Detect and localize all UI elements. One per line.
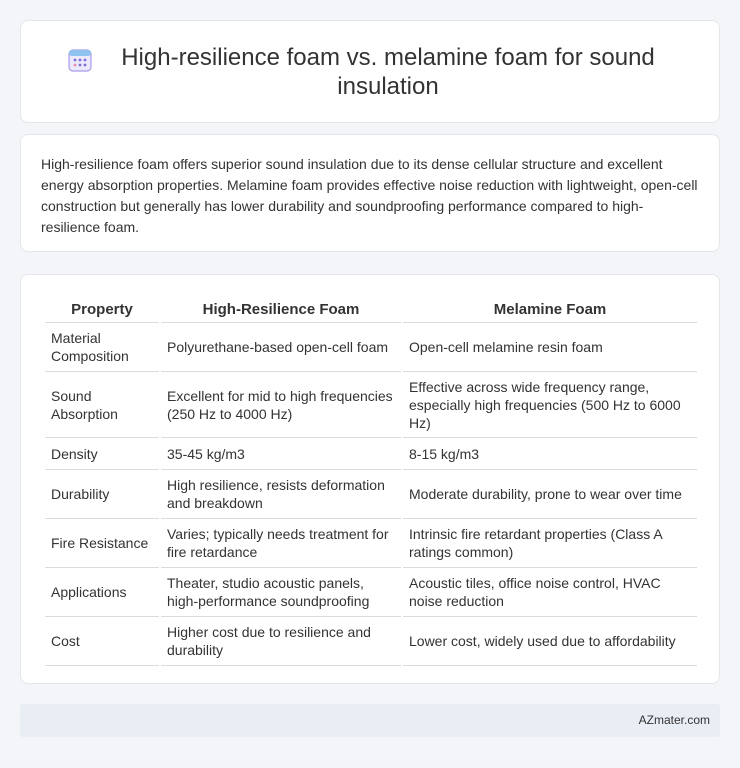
row-melamine-value: Moderate durability, prone to wear over … — [403, 470, 697, 519]
table-header-row: Property High-Resilience Foam Melamine F… — [45, 295, 697, 323]
row-high-resilience-value: High resilience, resists deformation and… — [161, 470, 401, 519]
row-property: Fire Resistance — [45, 519, 159, 568]
row-property: Sound Absorption — [45, 372, 159, 438]
column-header-melamine: Melamine Foam — [403, 295, 697, 323]
row-high-resilience-value: 35-45 kg/m3 — [161, 438, 401, 470]
table-row: Material Composition Polyurethane-based … — [45, 323, 697, 372]
column-header-high-resilience: High-Resilience Foam — [161, 295, 401, 323]
row-melamine-value: Lower cost, widely used due to affordabi… — [403, 617, 697, 666]
row-high-resilience-value: Varies; typically needs treatment for fi… — [161, 519, 401, 568]
row-high-resilience-value: Excellent for mid to high frequencies (2… — [161, 372, 401, 438]
comparison-table: Property High-Resilience Foam Melamine F… — [43, 295, 699, 666]
row-property: Material Composition — [45, 323, 159, 372]
calendar-grid-icon — [68, 48, 92, 72]
row-high-resilience-value: Polyurethane-based open-cell foam — [161, 323, 401, 372]
page-title: High-resilience foam vs. melamine foam f… — [121, 43, 655, 100]
summary-text: High-resilience foam offers superior sou… — [41, 156, 698, 235]
row-high-resilience-value: Theater, studio acoustic panels, high-pe… — [161, 568, 401, 617]
row-property: Cost — [45, 617, 159, 666]
title-row: High-resilience foam vs. melamine foam f… — [60, 43, 680, 101]
summary-card: High-resilience foam offers superior sou… — [20, 134, 720, 252]
row-property: Density — [45, 438, 159, 470]
row-high-resilience-value: Higher cost due to resilience and durabi… — [161, 617, 401, 666]
comparison-table-card: Property High-Resilience Foam Melamine F… — [20, 274, 720, 684]
title-card: High-resilience foam vs. melamine foam f… — [20, 20, 720, 123]
table-row: Cost Higher cost due to resilience and d… — [45, 617, 697, 666]
table-row: Applications Theater, studio acoustic pa… — [45, 568, 697, 617]
table-row: Density 35-45 kg/m3 8-15 kg/m3 — [45, 438, 697, 470]
row-melamine-value: Acoustic tiles, office noise control, HV… — [403, 568, 697, 617]
row-property: Durability — [45, 470, 159, 519]
row-melamine-value: Open-cell melamine resin foam — [403, 323, 697, 372]
footer-brand-link[interactable]: AZmater.com — [639, 713, 710, 727]
row-melamine-value: Effective across wide frequency range, e… — [403, 372, 697, 438]
row-property: Applications — [45, 568, 159, 617]
column-header-property: Property — [45, 295, 159, 323]
row-melamine-value: 8-15 kg/m3 — [403, 438, 697, 470]
table-row: Sound Absorption Excellent for mid to hi… — [45, 372, 697, 438]
row-melamine-value: Intrinsic fire retardant properties (Cla… — [403, 519, 697, 568]
footer-bar: AZmater.com — [20, 704, 720, 737]
table-row: Fire Resistance Varies; typically needs … — [45, 519, 697, 568]
table-row: Durability High resilience, resists defo… — [45, 470, 697, 519]
